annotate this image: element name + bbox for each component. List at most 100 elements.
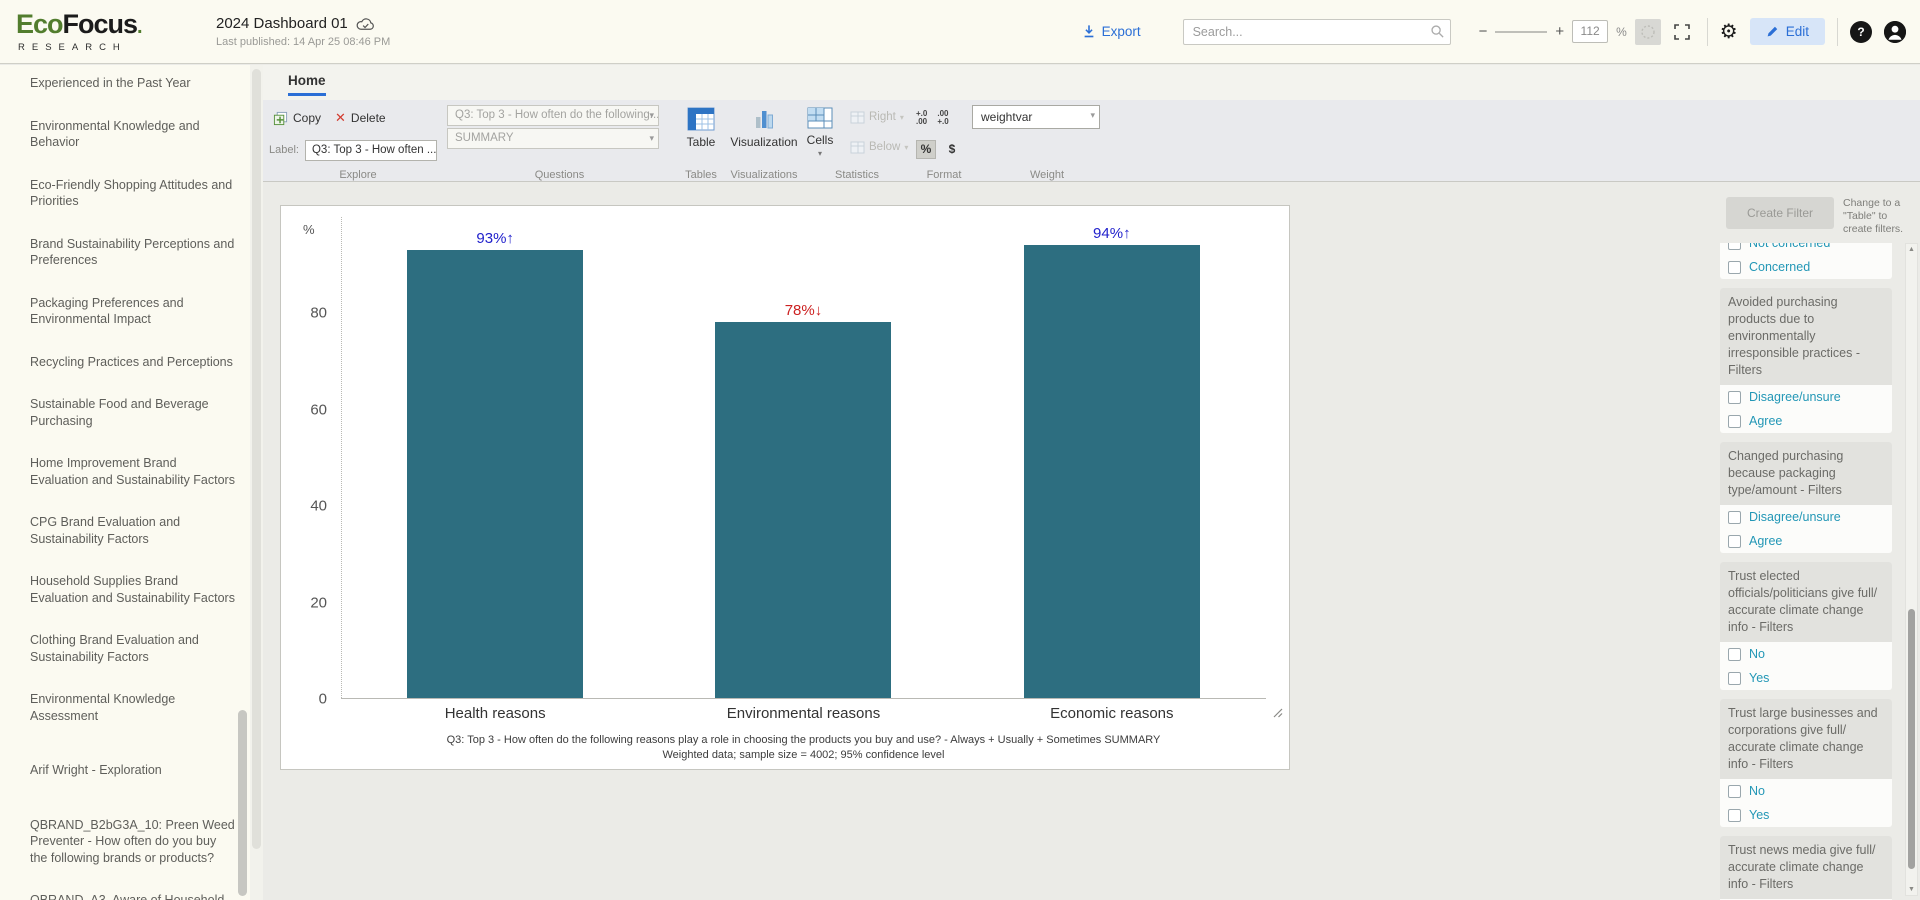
y-axis-tick-label: 0 bbox=[319, 691, 327, 708]
sidebar-item[interactable]: QBRAND_B2bG3A_10: Preen Weed Preventer -… bbox=[30, 817, 236, 867]
filter-option[interactable]: Agree bbox=[1720, 529, 1892, 553]
scroll-down-icon[interactable]: ▼ bbox=[1906, 886, 1917, 893]
summary-dropdown-value: SUMMARY bbox=[455, 132, 514, 144]
label-input[interactable]: Q3: Top 3 - How often ... bbox=[305, 140, 437, 161]
checkbox[interactable] bbox=[1728, 261, 1741, 274]
summary-dropdown[interactable]: SUMMARY ▾ bbox=[447, 128, 659, 149]
sidebar-item[interactable]: Clothing Brand Evaluation and Sustainabi… bbox=[30, 632, 236, 665]
main-scrollbar[interactable] bbox=[250, 65, 263, 900]
visualization-button[interactable]: Visualization bbox=[730, 105, 798, 149]
resize-handle-icon[interactable] bbox=[1273, 708, 1283, 718]
filter-panel: Create Filter Change to a "Table" to cre… bbox=[1712, 183, 1920, 900]
table-button[interactable]: Table bbox=[672, 105, 730, 149]
help-icon[interactable]: ? bbox=[1850, 21, 1872, 43]
group-label-questions: Questions bbox=[447, 169, 672, 181]
copy-button[interactable]: Copy bbox=[269, 109, 325, 128]
filter-option-label: Yes bbox=[1749, 808, 1769, 822]
settings-gear-icon[interactable]: ⚙ bbox=[1720, 19, 1738, 44]
search-icon bbox=[1430, 24, 1445, 39]
sidebar-item[interactable]: Eco-Friendly Shopping Attitudes and Prio… bbox=[30, 177, 236, 210]
bar[interactable] bbox=[715, 322, 891, 698]
filter-option[interactable]: Concerned bbox=[1720, 255, 1892, 279]
ribbon: Copy ✕ Delete Label: Q3: Top 3 - How oft… bbox=[263, 100, 1920, 182]
tab-home[interactable]: Home bbox=[288, 73, 326, 96]
user-profile-icon[interactable] bbox=[1884, 21, 1906, 43]
sidebar-item[interactable]: CPG Brand Evaluation and Sustainability … bbox=[30, 514, 236, 547]
scroll-up-icon[interactable]: ▲ bbox=[1906, 246, 1917, 253]
checkbox[interactable] bbox=[1728, 785, 1741, 798]
y-axis-tick-label: 60 bbox=[310, 401, 327, 418]
sidebar-item[interactable]: Arif Wright - Exploration bbox=[30, 762, 236, 779]
sidebar-item[interactable]: QBRAND_A3. Aware of Household Supply Bra… bbox=[30, 892, 236, 900]
checkbox[interactable] bbox=[1728, 672, 1741, 685]
sidebar-item[interactable]: Home Improvement Brand Evaluation and Su… bbox=[30, 455, 236, 488]
checkbox[interactable] bbox=[1728, 391, 1741, 404]
filter-option[interactable]: Not concerned bbox=[1720, 243, 1892, 255]
right-label: Right bbox=[869, 111, 896, 123]
chart-panel[interactable]: % 020406080 93%↑78%↓94%↑ Health reasonsE… bbox=[280, 205, 1290, 770]
search-input[interactable] bbox=[1183, 19, 1451, 45]
sidebar-scrollbar[interactable] bbox=[238, 710, 247, 896]
cells-button[interactable]: Cells ▾ bbox=[798, 105, 842, 165]
filter-group: Trust elected officials/politicians give… bbox=[1720, 562, 1892, 690]
percent-format-button[interactable]: % bbox=[916, 140, 936, 159]
checkbox[interactable] bbox=[1728, 415, 1741, 428]
checkbox[interactable] bbox=[1728, 535, 1741, 548]
checkbox[interactable] bbox=[1728, 243, 1741, 250]
visualization-label: Visualization bbox=[730, 135, 797, 149]
chevron-down-icon: ▾ bbox=[904, 143, 908, 152]
logo-research-text: RESEARCH bbox=[18, 42, 166, 53]
question-dropdown[interactable]: Q3: Top 3 - How often do the following..… bbox=[447, 105, 659, 126]
sidebar-item[interactable]: Experienced in the Past Year bbox=[30, 75, 236, 92]
decrease-decimal-icon[interactable]: .00+.0 bbox=[937, 110, 948, 127]
export-button[interactable]: Export bbox=[1082, 24, 1141, 39]
sidebar-item[interactable]: Sustainable Food and Beverage Purchasing bbox=[30, 396, 236, 429]
filter-option[interactable]: Yes bbox=[1720, 803, 1892, 827]
checkbox[interactable] bbox=[1728, 511, 1741, 524]
zoom-slider[interactable] bbox=[1495, 31, 1547, 33]
filter-group: Trust large businesses and corporations … bbox=[1720, 699, 1892, 827]
zoom-out-button[interactable]: − bbox=[1479, 23, 1488, 40]
group-label-statistics: Statistics bbox=[798, 169, 916, 181]
sidebar-item[interactable]: Household Supplies Brand Evaluation and … bbox=[30, 573, 236, 606]
filter-option[interactable]: No bbox=[1720, 779, 1892, 803]
sidebar-item[interactable]: Environmental Knowledge Assessment bbox=[30, 691, 236, 724]
sidebar-item[interactable]: Packaging Preferences and Environmental … bbox=[30, 295, 236, 328]
header-divider-2 bbox=[1837, 18, 1838, 46]
bar[interactable] bbox=[407, 250, 583, 698]
bar-value-label: 78%↓ bbox=[785, 302, 823, 319]
sidebar: Experienced in the Past Year Environmenta… bbox=[0, 65, 250, 900]
filter-option[interactable]: Disagree/unsure bbox=[1720, 505, 1892, 529]
cloud-sync-icon bbox=[356, 17, 375, 31]
chart-footnote-1: Q3: Top 3 - How often do the following r… bbox=[341, 734, 1266, 746]
filter-scrollbar[interactable]: ▲ ▼ bbox=[1905, 243, 1918, 896]
dollar-format-button[interactable]: $ bbox=[942, 140, 962, 159]
zoom-in-button[interactable]: + bbox=[1555, 23, 1564, 40]
x-axis-category-label: Health reasons bbox=[341, 705, 649, 722]
filter-option[interactable]: No bbox=[1720, 642, 1892, 666]
checkbox[interactable] bbox=[1728, 648, 1741, 661]
group-label-visualizations: Visualizations bbox=[730, 169, 798, 181]
filter-group-title: Trust elected officials/politicians give… bbox=[1720, 562, 1892, 642]
bar[interactable] bbox=[1024, 245, 1200, 698]
fullscreen-button[interactable] bbox=[1669, 19, 1695, 45]
filter-option-label: No bbox=[1749, 647, 1765, 661]
increase-decimal-icon[interactable]: +.0.00 bbox=[916, 110, 927, 127]
zoom-percent-sign: % bbox=[1616, 25, 1627, 39]
edit-label: Edit bbox=[1786, 24, 1809, 39]
bar-value-label: 94%↑ bbox=[1093, 225, 1131, 242]
x-axis-labels: Health reasonsEnvironmental reasonsEcono… bbox=[341, 705, 1266, 722]
delete-button[interactable]: ✕ Delete bbox=[331, 108, 390, 128]
sidebar-item[interactable]: Brand Sustainability Perceptions and Pre… bbox=[30, 236, 236, 269]
filter-scrollbar-thumb[interactable] bbox=[1908, 609, 1915, 869]
sidebar-item[interactable]: Environmental Knowledge and Behavior bbox=[30, 118, 236, 151]
weight-dropdown[interactable]: weightvar ▾ bbox=[972, 105, 1100, 129]
sidebar-item[interactable]: Recycling Practices and Perceptions bbox=[30, 354, 236, 371]
filter-option[interactable]: Agree bbox=[1720, 409, 1892, 433]
edit-button[interactable]: Edit bbox=[1750, 18, 1825, 45]
filter-group-title: Avoided purchasing products due to envir… bbox=[1720, 288, 1892, 385]
filter-option[interactable]: Yes bbox=[1720, 666, 1892, 690]
checkbox[interactable] bbox=[1728, 809, 1741, 822]
zoom-level-input[interactable]: 112 bbox=[1572, 20, 1608, 43]
filter-option[interactable]: Disagree/unsure bbox=[1720, 385, 1892, 409]
